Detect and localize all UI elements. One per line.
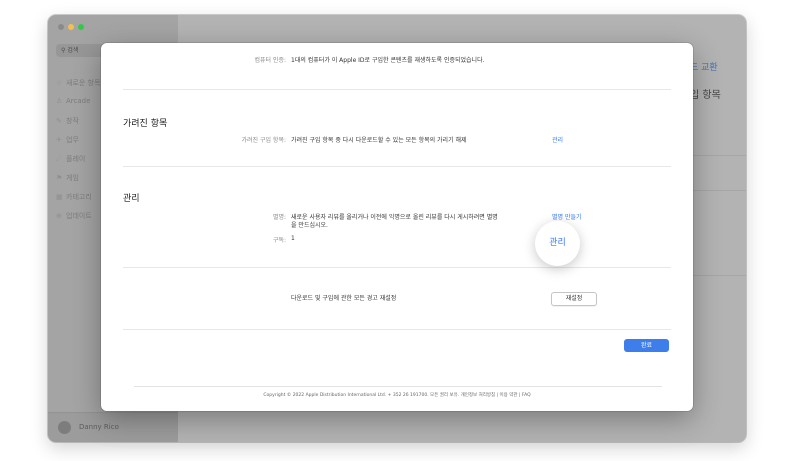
subscriptions-count: 1 bbox=[291, 235, 295, 242]
divider bbox=[690, 275, 746, 276]
reset-button[interactable]: 재설정 bbox=[551, 292, 597, 306]
divider bbox=[123, 166, 671, 167]
divider bbox=[134, 386, 662, 387]
manage-subscriptions-button[interactable]: 관리 bbox=[535, 221, 580, 266]
divider bbox=[123, 89, 671, 90]
divider bbox=[123, 329, 671, 330]
subscriptions-label: 구독: bbox=[272, 237, 286, 244]
sidebar-item-categories[interactable]: ▦ 카테고리 bbox=[56, 192, 92, 202]
updates-icon: ⊕ bbox=[56, 212, 62, 220]
star-icon: ☆ bbox=[56, 79, 63, 87]
divider bbox=[690, 190, 746, 191]
done-button[interactable]: 완료 bbox=[624, 339, 669, 352]
authorization-label: 컴퓨터 인증: bbox=[254, 57, 286, 64]
arcade-icon: ♙ bbox=[56, 97, 63, 105]
create-icon: ✎ bbox=[56, 117, 62, 125]
authorization-text: 1대의 컴퓨터가 이 Apple ID로 구입한 콘텐츠를 재생하도록 인증되었… bbox=[291, 57, 485, 64]
category-icon: ▦ bbox=[56, 193, 63, 201]
divider bbox=[123, 267, 671, 268]
sidebar-item-create[interactable]: ✎ 창작 bbox=[56, 116, 79, 126]
hidden-purchases-text: 가려진 구입 항목 중 다시 다운로드할 수 있는 모든 항목의 가리기 해제 bbox=[291, 137, 467, 144]
minimize-window-button[interactable] bbox=[68, 24, 74, 30]
reset-warnings-text: 다운로드 및 구입에 관한 모든 경고 재설정 bbox=[291, 295, 397, 302]
sidebar-item-updates[interactable]: ⊕ 업데이트 bbox=[56, 211, 92, 221]
user-name: Danny Rico bbox=[79, 423, 119, 431]
sidebar-item-work[interactable]: ✈ 업무 bbox=[56, 135, 79, 145]
nickname-label: 별명: bbox=[272, 214, 286, 221]
play-icon: ☄ bbox=[56, 155, 63, 163]
nickname-text-continued: 을 만드십시오. bbox=[291, 222, 328, 229]
hidden-items-heading: 가려진 항목 bbox=[123, 119, 168, 129]
hidden-purchases-label: 가려진 구입 항목: bbox=[241, 137, 286, 144]
account-button[interactable]: Danny Rico bbox=[48, 412, 178, 442]
work-icon: ✈ bbox=[56, 136, 62, 144]
account-settings-sheet: 컴퓨터 인증: 1대의 컴퓨터가 이 Apple ID로 구입한 콘텐츠를 재생… bbox=[101, 43, 693, 411]
redeem-link[interactable]: 드 교환 bbox=[690, 60, 718, 73]
footer-copyright: Copyright © 2022 Apple Distribution Inte… bbox=[263, 393, 531, 398]
page-title: 입 항목 bbox=[690, 90, 721, 101]
search-icon: ⚲ bbox=[61, 47, 66, 54]
manage-heading: 관리 bbox=[123, 194, 140, 204]
search-placeholder: 검색 bbox=[67, 47, 79, 54]
sidebar-item-games[interactable]: ⚑ 게임 bbox=[56, 173, 79, 183]
avatar bbox=[58, 421, 71, 434]
sidebar-item-discover[interactable]: ☆ 새로운 항목 bbox=[56, 78, 100, 88]
game-icon: ⚑ bbox=[56, 174, 63, 182]
zoom-window-button[interactable] bbox=[78, 24, 84, 30]
close-window-button[interactable] bbox=[58, 24, 64, 30]
divider bbox=[690, 155, 746, 156]
manage-hidden-link[interactable]: 관리 bbox=[552, 135, 563, 144]
sidebar-item-arcade[interactable]: ♙ Arcade bbox=[56, 97, 90, 105]
create-nickname-link[interactable]: 별명 만들기 bbox=[552, 212, 582, 221]
sidebar-item-play[interactable]: ☄ 플레이 bbox=[56, 154, 85, 164]
